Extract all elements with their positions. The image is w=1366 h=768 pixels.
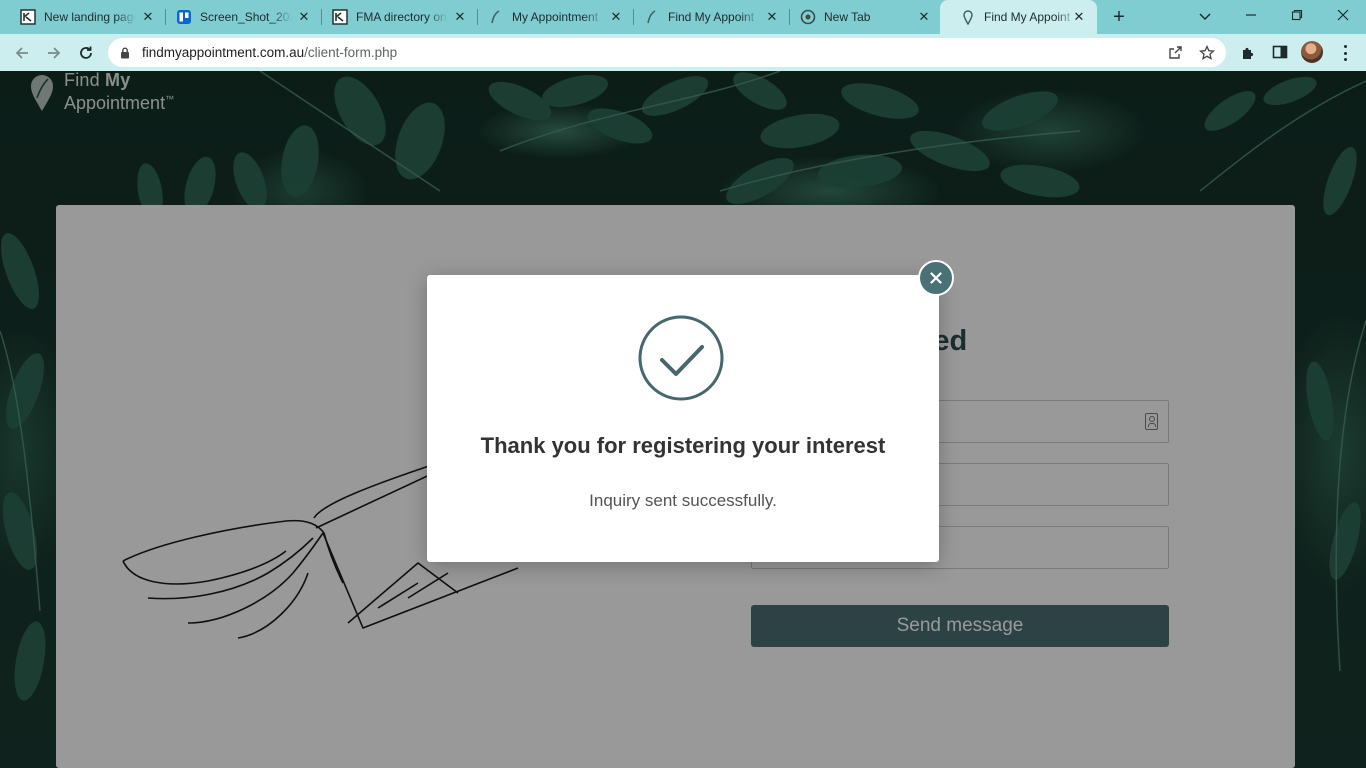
close-tab-icon[interactable]: ✕ (452, 9, 468, 25)
tab-title: My Appointment (512, 10, 599, 24)
url-host: findmyappointment.com.au (142, 45, 305, 60)
side-panel-icon[interactable] (1270, 42, 1290, 62)
fma-logo-icon (20, 9, 36, 25)
profile-avatar[interactable] (1301, 41, 1323, 63)
tab-title: New Tab (824, 10, 871, 24)
extensions-icon[interactable] (1238, 42, 1258, 62)
tab-search-icon[interactable] (1194, 6, 1216, 28)
menu-icon[interactable] (1338, 43, 1352, 63)
lock-icon[interactable] (120, 46, 130, 64)
tab-find-my-appointment[interactable]: Find My Appoint ✕ (624, 0, 790, 34)
modal-title: Thank you for registering your interest (480, 433, 886, 458)
url-text: findmyappointment.com.au/client-form.php (142, 45, 397, 60)
success-modal: Thank you for registering your interest … (427, 275, 939, 562)
close-tab-icon[interactable]: ✕ (1071, 9, 1087, 25)
close-tab-icon[interactable]: ✕ (608, 9, 624, 25)
tab-new-tab[interactable]: New Tab ✕ (780, 0, 942, 34)
feather-icon (644, 9, 660, 25)
tab-new-landing-page[interactable]: New landing page ✕ (0, 0, 166, 34)
tab-title: New landing page (44, 10, 136, 24)
back-icon[interactable] (10, 41, 34, 65)
address-bar[interactable]: findmyappointment.com.au/client-form.php (108, 38, 1226, 67)
chrome-icon (800, 9, 816, 25)
minimize-icon[interactable] (1240, 6, 1262, 28)
forward-icon[interactable] (42, 41, 66, 65)
restore-icon[interactable] (1286, 6, 1308, 28)
modal-message: Inquiry sent successfully. (589, 491, 777, 510)
pin-icon (960, 9, 976, 25)
tab-title: Screen_Shot_2022 (200, 10, 292, 24)
tab-strip: New landing page ✕ Screen_Shot_2022 ✕ FM… (0, 0, 1366, 34)
close-tab-icon[interactable]: ✕ (140, 9, 156, 25)
tab-screen-shot[interactable]: Screen_Shot_2022 ✕ (156, 0, 322, 34)
browser-toolbar: findmyappointment.com.au/client-form.php (0, 34, 1366, 71)
feather-icon (488, 9, 504, 25)
url-path: /client-form.php (304, 45, 398, 60)
close-tab-icon[interactable]: ✕ (296, 9, 312, 25)
close-window-icon[interactable] (1332, 6, 1354, 28)
fma-logo-icon (332, 9, 348, 25)
close-tab-icon[interactable]: ✕ (764, 9, 780, 25)
tab-title: Find My Appoint (984, 10, 1071, 24)
close-tab-icon[interactable]: ✕ (916, 9, 932, 25)
share-icon[interactable] (1166, 44, 1184, 62)
tab-fma-directory[interactable]: FMA directory on ✕ (312, 0, 478, 34)
bookmark-star-icon[interactable] (1198, 44, 1216, 62)
new-tab-icon[interactable]: + (1108, 6, 1130, 28)
checkmark-circle-icon (638, 315, 724, 401)
tab-title: FMA directory on (356, 10, 447, 24)
trello-icon (176, 9, 192, 25)
reload-icon[interactable] (74, 41, 98, 65)
tab-my-appointment[interactable]: My Appointment ✕ (468, 0, 634, 34)
close-icon[interactable] (918, 260, 954, 296)
tab-title: Find My Appoint (668, 10, 755, 24)
tab-find-my-appointment-active[interactable]: Find My Appoint ✕ (940, 0, 1097, 34)
